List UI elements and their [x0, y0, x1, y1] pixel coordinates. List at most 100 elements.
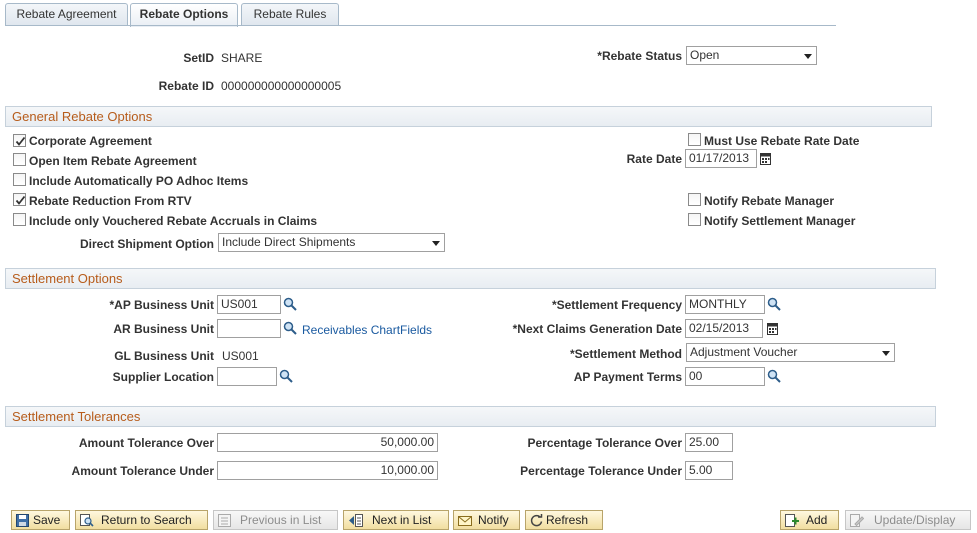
envelope-icon	[458, 516, 472, 526]
amount-tolerance-under-label: Amount Tolerance Under	[71, 464, 214, 478]
ar-business-unit-label: AR Business Unit	[113, 322, 214, 336]
include-po-adhoc-label: Include Automatically PO Adhoc Items	[29, 174, 249, 188]
amount-tolerance-over-label: Amount Tolerance Over	[78, 436, 214, 450]
rebate-id-value: 000000000000000005	[221, 79, 342, 93]
refresh-label: Refresh	[546, 513, 589, 527]
notify-settlement-manager-label: Notify Settlement Manager	[704, 214, 856, 228]
update-display-icon	[850, 514, 864, 527]
ar-business-unit-input[interactable]	[217, 319, 281, 338]
search-icon[interactable]	[767, 297, 781, 311]
settlement-frequency-input[interactable]: MONTHLY	[685, 295, 765, 314]
save-button[interactable]: Save	[11, 510, 70, 530]
add-document-icon	[785, 514, 799, 527]
tab-divider	[5, 25, 836, 26]
open-item-checkbox[interactable]	[13, 153, 26, 166]
section-title: General Rebate Options	[12, 109, 153, 124]
previous-in-list-label: Previous in List	[240, 513, 322, 527]
setid-value: SHARE	[221, 51, 263, 65]
open-item-label: Open Item Rebate Agreement	[29, 154, 197, 168]
save-label: Save	[33, 513, 61, 527]
calendar-icon[interactable]	[760, 152, 771, 165]
rebate-status-label: *Rebate Status	[597, 49, 682, 63]
calendar-icon[interactable]	[767, 322, 778, 335]
section-settlement-tolerances: Settlement Tolerances	[5, 406, 936, 427]
ap-business-unit-input[interactable]: US001	[217, 295, 281, 314]
previous-list-icon	[218, 514, 231, 527]
chevron-down-icon	[882, 351, 890, 356]
refresh-button[interactable]: Refresh	[525, 510, 603, 530]
floppy-disk-icon	[16, 514, 29, 527]
tab-rebate-rules[interactable]: Rebate Rules	[241, 3, 339, 26]
must-use-rate-date-checkbox[interactable]	[688, 133, 701, 146]
reduction-rtv-checkbox[interactable]	[13, 193, 26, 206]
notify-settlement-manager-checkbox[interactable]	[688, 213, 701, 226]
checkmark-icon	[15, 136, 26, 146]
tab-rebate-agreement[interactable]: Rebate Agreement	[5, 3, 128, 26]
ap-payment-terms-label: AP Payment Terms	[573, 370, 682, 384]
update-display-button[interactable]: Update/Display	[845, 510, 971, 530]
settlement-method-select[interactable]: Adjustment Voucher	[686, 343, 895, 362]
search-icon[interactable]	[283, 297, 297, 311]
rebate-status-select[interactable]: Open	[686, 46, 817, 65]
supplier-location-input[interactable]	[217, 367, 277, 386]
gl-business-unit-value: US001	[222, 349, 259, 363]
tab-rebate-options[interactable]: Rebate Options	[130, 3, 238, 27]
search-icon[interactable]	[767, 369, 781, 383]
notify-button[interactable]: Notify	[453, 510, 520, 530]
next-in-list-label: Next in List	[372, 513, 432, 527]
amount-tolerance-under-input[interactable]: 10,000.00	[217, 461, 438, 480]
next-in-list-button[interactable]: Next in List	[343, 510, 449, 530]
vouchered-accruals-checkbox[interactable]	[13, 213, 26, 226]
notify-rebate-manager-label: Notify Rebate Manager	[704, 194, 835, 208]
settlement-method-label: *Settlement Method	[569, 347, 682, 361]
return-search-icon	[80, 514, 94, 527]
rebate-id-label: Rebate ID	[158, 79, 214, 93]
tab-label: Rebate Rules	[253, 7, 327, 21]
section-title: Settlement Tolerances	[12, 409, 141, 424]
next-list-icon	[349, 514, 363, 527]
percentage-tolerance-under-label: Percentage Tolerance Under	[520, 464, 682, 478]
amount-tolerance-over-input[interactable]: 50,000.00	[217, 433, 438, 452]
reduction-rtv-label: Rebate Reduction From RTV	[29, 194, 192, 208]
supplier-location-label: Supplier Location	[112, 370, 214, 384]
gl-business-unit-label: GL Business Unit	[114, 349, 214, 363]
return-to-search-label: Return to Search	[101, 513, 192, 527]
update-display-label: Update/Display	[874, 513, 956, 527]
section-title: Settlement Options	[12, 271, 123, 286]
ap-payment-terms-input[interactable]: 00	[685, 367, 765, 386]
notify-rebate-manager-checkbox[interactable]	[688, 193, 701, 206]
search-icon[interactable]	[283, 321, 297, 335]
chevron-down-icon	[432, 241, 440, 246]
add-button[interactable]: Add	[780, 510, 839, 530]
direct-shipment-value: Include Direct Shipments	[222, 235, 356, 249]
previous-in-list-button[interactable]: Previous in List	[213, 510, 338, 530]
settlement-frequency-label: *Settlement Frequency	[551, 298, 682, 312]
section-general-rebate-options: General Rebate Options	[5, 106, 932, 127]
receivables-chartfields-link[interactable]: Receivables ChartFields	[302, 323, 432, 337]
include-po-adhoc-checkbox[interactable]	[13, 173, 26, 186]
corporate-agreement-checkbox[interactable]	[13, 134, 26, 147]
percentage-tolerance-over-input[interactable]: 25.00	[685, 433, 733, 452]
tab-label: Rebate Options	[139, 7, 229, 21]
direct-shipment-select[interactable]: Include Direct Shipments	[218, 233, 445, 252]
chevron-down-icon	[804, 54, 812, 59]
tab-label: Rebate Agreement	[16, 7, 117, 21]
search-icon[interactable]	[279, 369, 293, 383]
rate-date-input[interactable]: 01/17/2013	[685, 149, 757, 168]
ap-business-unit-label: *AP Business Unit	[109, 298, 214, 312]
checkmark-icon	[15, 195, 26, 205]
add-label: Add	[806, 513, 828, 527]
must-use-rate-date-label: Must Use Rebate Rate Date	[704, 134, 860, 148]
rate-date-label: Rate Date	[626, 152, 682, 166]
rebate-status-value: Open	[690, 48, 720, 62]
vouchered-accruals-label: Include only Vouchered Rebate Accruals i…	[29, 214, 318, 228]
refresh-icon	[530, 514, 543, 527]
notify-label: Notify	[478, 513, 509, 527]
next-claims-date-input[interactable]: 02/15/2013	[685, 319, 763, 338]
return-to-search-button[interactable]: Return to Search	[75, 510, 208, 530]
direct-shipment-label: Direct Shipment Option	[79, 237, 214, 251]
settlement-method-value: Adjustment Voucher	[690, 345, 798, 359]
percentage-tolerance-under-input[interactable]: 5.00	[685, 461, 733, 480]
corporate-agreement-label: Corporate Agreement	[29, 134, 152, 148]
percentage-tolerance-over-label: Percentage Tolerance Over	[527, 436, 682, 450]
